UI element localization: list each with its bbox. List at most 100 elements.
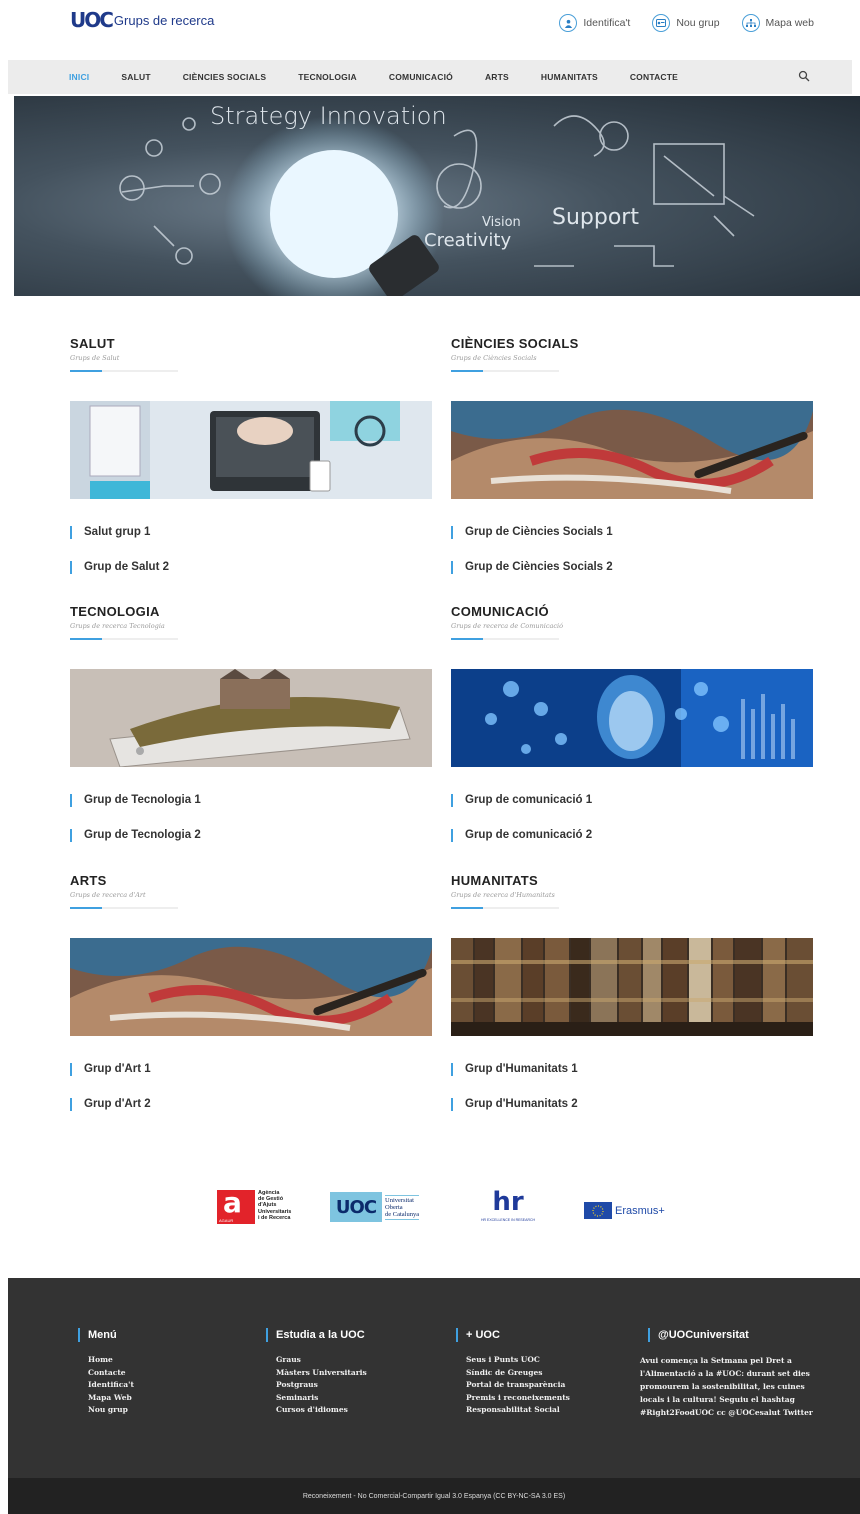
footer-tweet-text: Avui comença la Setmana pel Dret a l'Ali…: [640, 1356, 813, 1417]
footer-link[interactable]: Cursos d'idiomes: [276, 1404, 367, 1417]
section-ciencies-socials: CIÈNCIES SOCIALS Grups de Ciències Socia…: [451, 336, 813, 586]
uoc-partner-text-line: Oberta: [385, 1203, 403, 1211]
agaur-text-line: Universitaris: [258, 1208, 292, 1215]
hero-word-strategy: Strategy Innovation: [210, 102, 447, 130]
hero-word-support: Support: [552, 205, 639, 230]
group-link[interactable]: Grup de comunicació 1: [451, 794, 592, 807]
search-icon[interactable]: [798, 70, 810, 82]
group-link[interactable]: Grup d'Humanitats 1: [451, 1063, 578, 1076]
new-group-link[interactable]: Nou grup: [652, 14, 720, 32]
footer-twitter-title[interactable]: @UOCuniversitat: [648, 1328, 830, 1342]
section-image-ciencies-socials[interactable]: [451, 401, 813, 499]
group-link[interactable]: Grup de Ciències Socials 2: [451, 561, 613, 574]
footer-estudia-column: Estudia a la UOC Graus Màsters Universit…: [266, 1328, 367, 1417]
uoc-partner-logo[interactable]: UOC Universitat Oberta de Catalunya: [330, 1192, 420, 1222]
footer-menu-column: Menú Home Contacte Identifica't Mapa Web…: [78, 1328, 134, 1417]
nav-item-humanitats[interactable]: HUMANITATS: [541, 72, 598, 82]
footer-link[interactable]: Portal de transparència: [466, 1379, 570, 1392]
uoc-partner-text-line: Universitat: [385, 1196, 414, 1204]
identify-link[interactable]: Identifica't: [559, 14, 630, 32]
hr-excellence-logo[interactable]: hr HR EXCELLENCE IN RESEARCH: [472, 1188, 544, 1222]
footer-link[interactable]: Síndic de Greuges: [466, 1367, 570, 1380]
footer-link[interactable]: Seus i Punts UOC: [466, 1354, 570, 1367]
agaur-logo[interactable]: a AGAUR Agència de Gestió d'Ajuts Univer…: [217, 1186, 292, 1224]
section-image-tecnologia[interactable]: [70, 669, 432, 767]
hero-chalkboard-illustration: Strategy Innovation Vision Creativity Su…: [119, 102, 755, 296]
section-image-salut[interactable]: [70, 401, 432, 499]
section-title[interactable]: ARTS: [70, 873, 432, 888]
group-link[interactable]: Grup de Tecnologia 1: [70, 794, 201, 807]
section-tecnologia: TECNOLOGIA Grups de recerca Tecnologia G…: [70, 604, 432, 854]
user-icon: [559, 14, 578, 32]
footer: Menú Home Contacte Identifica't Mapa Web…: [8, 1278, 860, 1478]
main-nav: INICI SALUT CIÈNCIES SOCIALS TECNOLOGIA …: [8, 60, 852, 94]
footer-link[interactable]: Seminaris: [276, 1392, 367, 1405]
agaur-text-line: i de Recerca: [258, 1214, 291, 1221]
footer-estudia-title: Estudia a la UOC: [266, 1328, 367, 1342]
footer-link[interactable]: Responsabilitat Social: [466, 1404, 570, 1417]
footer-link[interactable]: Mapa Web: [88, 1392, 134, 1405]
section-image-comunicacio[interactable]: [451, 669, 813, 767]
erasmus-logo[interactable]: Erasmus+: [584, 1202, 665, 1219]
section-divider: [70, 370, 178, 372]
id-card-icon: [652, 14, 671, 32]
section-divider: [451, 370, 559, 372]
section-title[interactable]: HUMANITATS: [451, 873, 813, 888]
section-subtitle: Grups de recerca de Comunicació: [451, 622, 563, 630]
partner-logos: a AGAUR Agència de Gestió d'Ajuts Univer…: [0, 1186, 860, 1228]
footer-link[interactable]: Premis i reconeixements: [466, 1392, 570, 1405]
footer-link[interactable]: Home: [88, 1354, 134, 1367]
section-title[interactable]: SALUT: [70, 336, 432, 351]
footer-link[interactable]: Identifica't: [88, 1379, 134, 1392]
group-link[interactable]: Grup de comunicació 2: [451, 829, 592, 842]
footer-mes-uoc-column: + UOC Seus i Punts UOC Síndic de Greuges…: [456, 1328, 570, 1417]
sitemap-link-label: Mapa web: [765, 17, 814, 29]
nav-item-salut[interactable]: SALUT: [121, 72, 150, 82]
nav-item-ciencies-socials[interactable]: CIÈNCIES SOCIALS: [183, 72, 267, 82]
footer-link[interactable]: Nou grup: [88, 1404, 134, 1417]
section-humanitats: HUMANITATS Grups de recerca d'Humanitats: [451, 873, 813, 1123]
sitemap-icon: [741, 14, 760, 32]
agaur-logo-letter: a: [223, 1186, 242, 1219]
footer-link[interactable]: Contacte: [88, 1367, 134, 1380]
license-text[interactable]: Reconeixement - No Comercial-Compartir I…: [303, 1493, 565, 1500]
group-link[interactable]: Grup de Salut 2: [70, 561, 169, 574]
nav-item-inici[interactable]: INICI: [69, 72, 89, 82]
license-bar: Reconeixement - No Comercial-Compartir I…: [8, 1478, 860, 1514]
group-link[interactable]: Grup de Ciències Socials 1: [451, 526, 613, 539]
group-link[interactable]: Grup d'Art 2: [70, 1098, 151, 1111]
uoc-logo-mark: UOC: [70, 8, 114, 32]
section-image-humanitats[interactable]: [451, 938, 813, 1036]
footer-link[interactable]: Màsters Universitaris: [276, 1367, 367, 1380]
nav-item-contacte[interactable]: CONTACTE: [630, 72, 678, 82]
group-link[interactable]: Grup d'Art 1: [70, 1063, 151, 1076]
site-logo[interactable]: UOC Grups de recerca: [70, 8, 214, 32]
hero-banner: Strategy Innovation Vision Creativity Su…: [14, 96, 860, 296]
group-link[interactable]: Grup d'Humanitats 2: [451, 1098, 578, 1111]
hero-word-vision: Vision: [482, 215, 521, 230]
uoc-partner-mark: UOC: [335, 1196, 377, 1218]
group-link[interactable]: Grup de Tecnologia 2: [70, 829, 201, 842]
hero-word-creativity: Creativity: [424, 230, 511, 251]
group-link[interactable]: Salut grup 1: [70, 526, 150, 539]
section-title[interactable]: CIÈNCIES SOCIALS: [451, 336, 813, 351]
section-divider: [70, 907, 178, 909]
nav-item-comunicacio[interactable]: COMUNICACIÓ: [389, 72, 453, 82]
sitemap-link[interactable]: Mapa web: [741, 14, 814, 32]
footer-link[interactable]: Postgraus: [276, 1379, 367, 1392]
section-divider: [451, 907, 559, 909]
identify-link-label: Identifica't: [583, 17, 631, 29]
section-divider: [70, 638, 178, 640]
footer-link[interactable]: Graus: [276, 1354, 367, 1367]
section-image-arts[interactable]: [70, 938, 432, 1036]
section-title[interactable]: TECNOLOGIA: [70, 604, 432, 619]
nav-item-arts[interactable]: ARTS: [485, 72, 509, 82]
uoc-partner-text-line: de Catalunya: [385, 1210, 420, 1218]
erasmus-text: Erasmus+: [615, 1204, 665, 1217]
footer-twitter-column: @UOCuniversitat Avui comença la Setmana …: [640, 1328, 830, 1419]
nav-item-tecnologia[interactable]: TECNOLOGIA: [298, 72, 357, 82]
agaur-logo-small: AGAUR: [219, 1218, 234, 1223]
section-subtitle: Grups de recerca Tecnologia: [70, 622, 165, 630]
section-title[interactable]: COMUNICACIÓ: [451, 604, 813, 619]
logo-text: Grups de recerca: [113, 12, 215, 28]
